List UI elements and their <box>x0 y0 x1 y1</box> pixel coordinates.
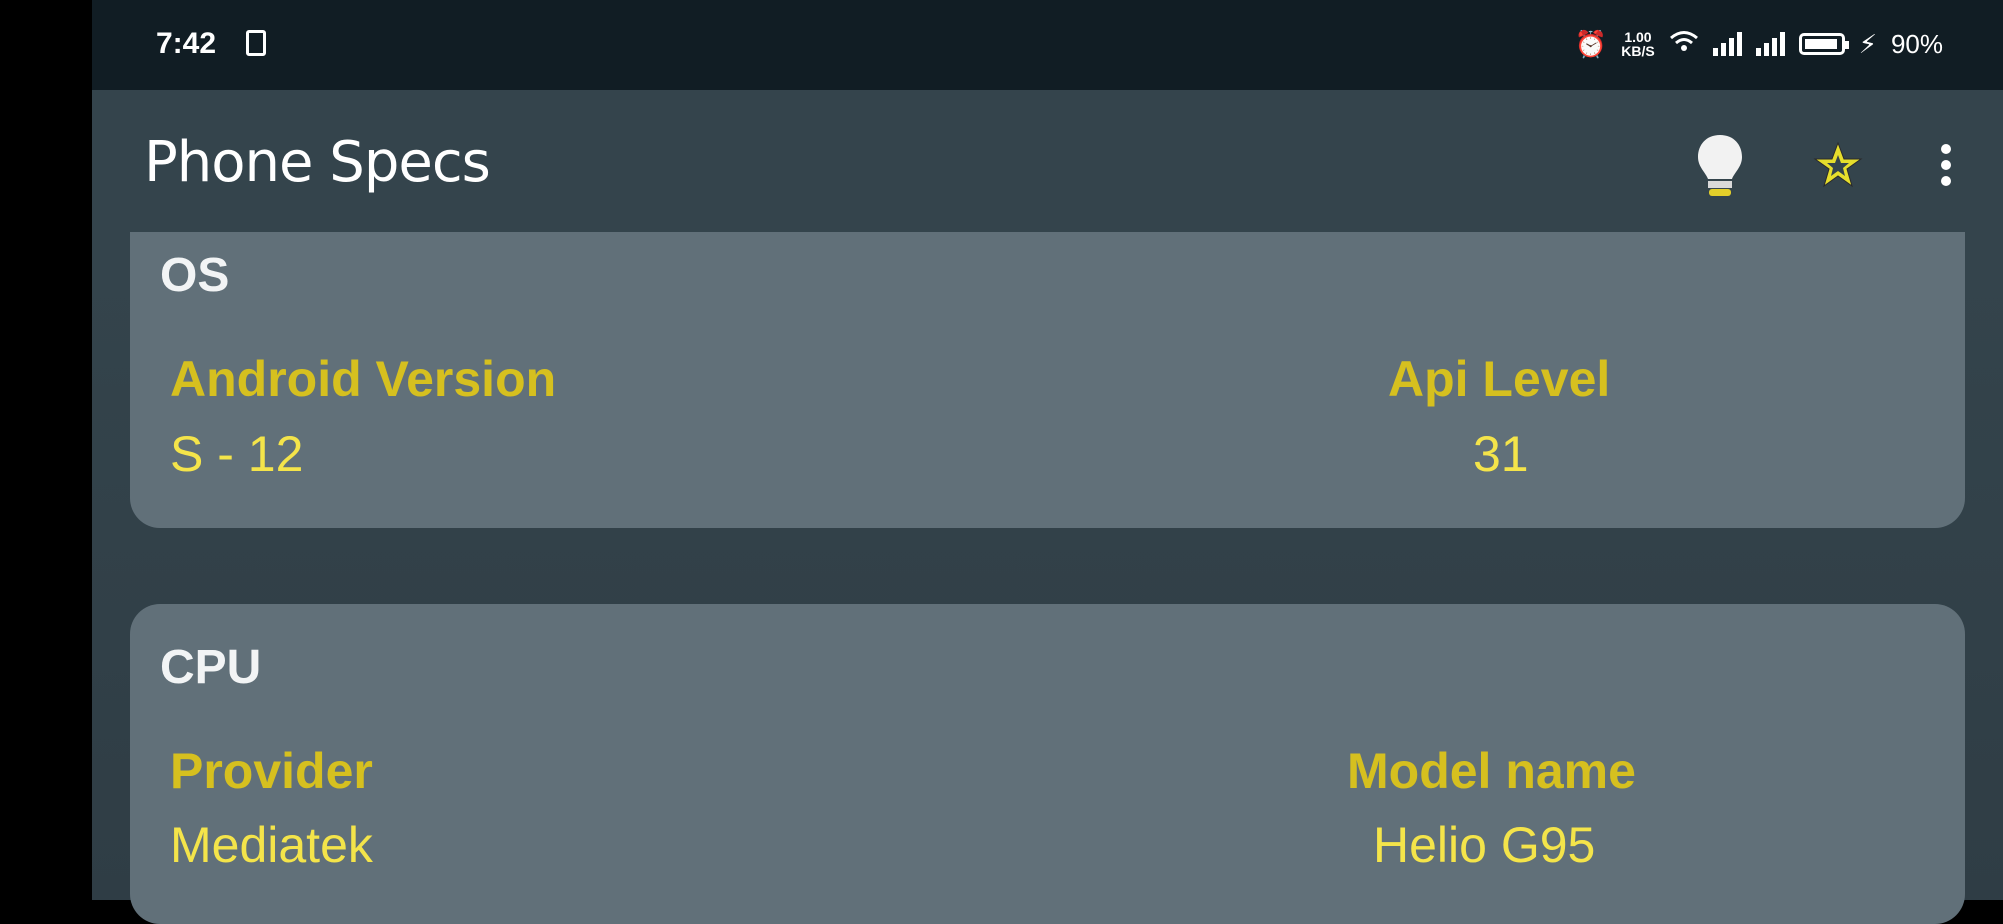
battery-percent: 90% <box>1890 28 1943 59</box>
model-name-label: Model name <box>1347 743 1636 799</box>
provider-value: Mediatek <box>170 817 373 873</box>
android-version-label: Android Version <box>170 351 557 407</box>
left-black-bar <box>0 0 92 900</box>
network-speed-value: 1.00 <box>1624 29 1652 45</box>
cpu-card: CPU Provider Mediatek Model name Helio G… <box>130 604 1965 924</box>
overflow-menu-button[interactable] <box>1916 130 1976 200</box>
more-vert-icon <box>1941 144 1951 186</box>
network-speed: 1.00 KB/S <box>1621 30 1654 58</box>
app-screen: 7:42 ⏰ 1.00 KB/S ⚡ 90% Phone Specs OS An… <box>92 0 2003 924</box>
signal-icon-1 <box>1712 32 1742 56</box>
app-title: Phone Specs <box>144 130 491 195</box>
network-speed-unit: KB/S <box>1621 43 1655 59</box>
os-card: OS Android Version S - 12 Api Level 31 <box>130 232 1965 528</box>
lightbulb-icon <box>1698 135 1742 196</box>
api-level-value: 31 <box>1473 426 1529 482</box>
favorite-button[interactable] <box>1808 130 1868 200</box>
battery-icon <box>1798 33 1849 55</box>
lightbulb-button[interactable] <box>1690 130 1750 200</box>
signal-icon-2 <box>1755 32 1785 56</box>
status-indicators: ⏰ 1.00 KB/S ⚡ 90% <box>1575 24 1943 64</box>
star-icon <box>1813 141 1863 188</box>
status-bar: 7:42 ⏰ 1.00 KB/S ⚡ 90% <box>92 0 2003 90</box>
alarm-icon: ⏰ <box>1574 28 1608 59</box>
notification-icon <box>246 30 266 56</box>
model-name-value: Helio G95 <box>1373 817 1596 873</box>
android-version-value: S - 12 <box>170 426 304 482</box>
wifi-icon <box>1669 29 1699 60</box>
status-time: 7:42 <box>156 27 217 60</box>
os-card-title: OS <box>160 249 230 302</box>
charging-icon: ⚡ <box>1858 28 1877 59</box>
app-bar: Phone Specs <box>92 90 2003 230</box>
api-level-label: Api Level <box>1388 351 1611 407</box>
cpu-card-title: CPU <box>160 641 262 694</box>
provider-label: Provider <box>170 743 373 799</box>
